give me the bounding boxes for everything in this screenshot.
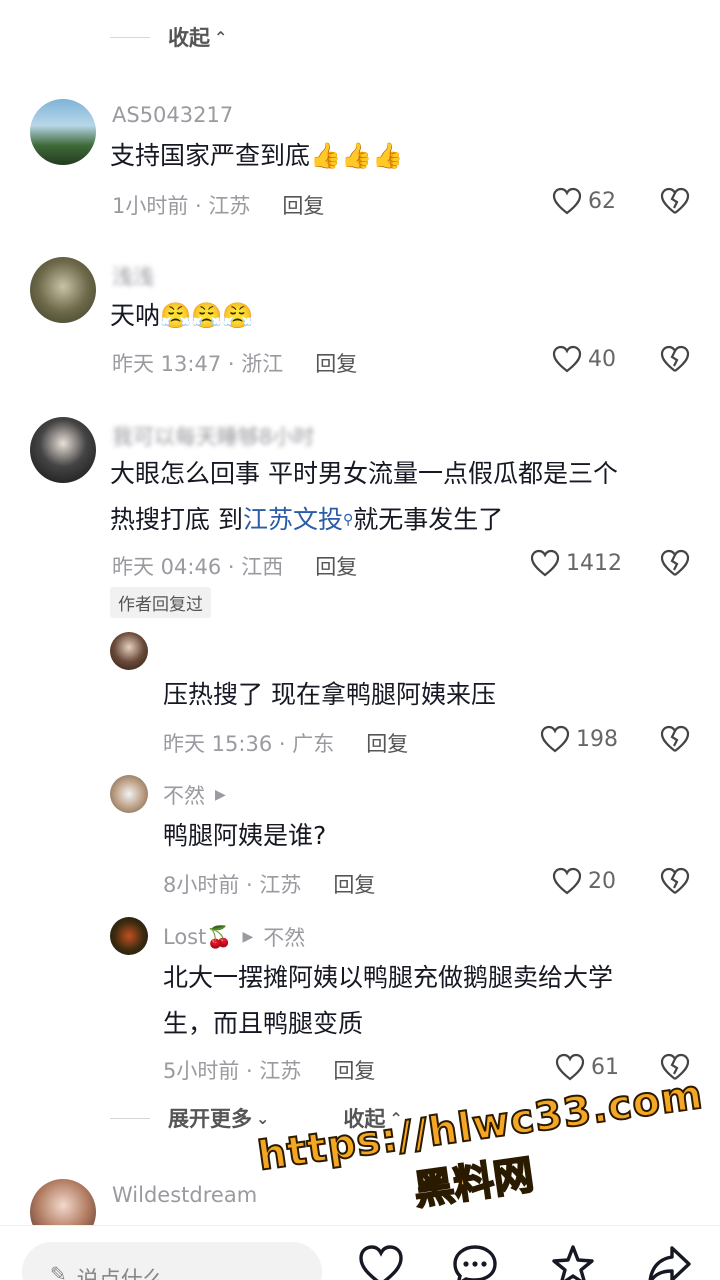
broken-heart-icon — [660, 345, 690, 372]
like-count: 20 — [588, 868, 616, 894]
expand-more-button[interactable]: 展开更多 ⌄ — [168, 1103, 269, 1133]
username[interactable]: Lost🍒 — [163, 925, 233, 950]
like-button[interactable]: 61 — [555, 1053, 619, 1081]
input-placeholder: 说点什么 — [77, 1262, 165, 1280]
reply-button[interactable]: 回复 — [315, 348, 357, 378]
time-location: 昨天 15:36 · 广东 — [163, 732, 335, 756]
avatar[interactable] — [30, 99, 96, 165]
comment-meta: 昨天 04:46 · 江西 回复 — [112, 551, 357, 581]
username-row: Lost🍒 ▶ 不然 — [163, 922, 305, 952]
comment-meta: 8小时前 · 江苏 回复 — [163, 869, 375, 899]
star-icon[interactable] — [550, 1244, 596, 1280]
comment-text: 北大一摆摊阿姨以鸭腿充做鹅腿卖给大学 生，而且鸭腿变质 — [163, 963, 614, 1038]
time-location: 5小时前 · 江苏 — [163, 1059, 302, 1083]
like-button[interactable]: 198 — [540, 725, 618, 753]
avatar[interactable] — [110, 775, 148, 813]
like-count: 61 — [591, 1054, 619, 1080]
divider — [110, 1117, 150, 1119]
avatar[interactable] — [30, 257, 96, 323]
username[interactable]: AS5043217 — [112, 103, 233, 127]
like-count: 40 — [588, 346, 616, 372]
dislike-button[interactable] — [660, 187, 690, 219]
chevron-down-icon: ⌄ — [256, 1108, 270, 1128]
collapse-replies-row[interactable]: 收起 ⌃ — [110, 22, 227, 52]
heart-icon — [552, 345, 582, 373]
comment-meta: 昨天 15:36 · 广东 回复 — [163, 728, 408, 758]
comment-meta: 1小时前 · 江苏 回复 — [112, 190, 324, 220]
avatar[interactable] — [110, 632, 148, 670]
heart-icon — [530, 549, 560, 577]
pencil-icon: ✎ — [50, 1262, 67, 1280]
like-button[interactable]: 1412 — [530, 549, 622, 577]
reply-button[interactable]: 回复 — [315, 551, 357, 581]
broken-heart-icon — [660, 725, 690, 752]
username[interactable]: 我可以每天睡够8小时 — [112, 421, 314, 451]
username[interactable]: 浅浅 — [112, 261, 154, 291]
heart-icon — [552, 187, 582, 215]
reply-button[interactable]: 回复 — [366, 728, 408, 758]
like-button[interactable]: 62 — [552, 187, 616, 215]
broken-heart-icon — [660, 867, 690, 894]
divider — [110, 36, 150, 38]
bottom-bar: ✎ 说点什么 — [0, 1225, 720, 1280]
time-location: 昨天 13:47 · 浙江 — [112, 352, 284, 376]
like-count: 198 — [576, 726, 618, 752]
share-icon[interactable] — [646, 1244, 692, 1280]
dislike-button[interactable] — [660, 345, 690, 377]
reply-button[interactable]: 回复 — [333, 1055, 375, 1085]
like-button[interactable]: 40 — [552, 345, 616, 373]
comment-meta: 昨天 13:47 · 浙江 回复 — [112, 348, 357, 378]
dislike-button[interactable] — [660, 725, 690, 757]
time-location: 昨天 04:46 · 江西 — [112, 555, 284, 579]
chevron-up-icon: ⌃ — [214, 27, 228, 47]
reply-button[interactable]: 回复 — [282, 190, 324, 220]
comment-icon[interactable] — [452, 1244, 498, 1280]
like-count: 1412 — [566, 550, 622, 576]
username[interactable]: Wildestdream — [112, 1183, 257, 1207]
avatar[interactable] — [110, 917, 148, 955]
play-triangle-icon: ▶ — [242, 929, 254, 945]
username[interactable]: 不然 — [163, 780, 205, 810]
like-button[interactable]: 20 — [552, 867, 616, 895]
time-location: 1小时前 · 江苏 — [112, 194, 251, 218]
comment-input[interactable]: ✎ 说点什么 — [22, 1242, 322, 1280]
comment-text: 天呐😤😤😤 — [110, 301, 254, 330]
comment-text: 支持国家严查到底👍👍👍 — [110, 141, 404, 170]
comment-text: 大眼怎么回事 平时男女流量一点假瓜都是三个 热搜打底 到江苏文投⚲就无事发生了 — [110, 459, 618, 534]
username-row: 不然 ▶ — [163, 780, 236, 810]
comment-meta: 5小时前 · 江苏 回复 — [163, 1055, 375, 1085]
reply-to-username[interactable]: 不然 — [263, 922, 305, 952]
avatar[interactable] — [30, 417, 96, 483]
heart-icon — [552, 867, 582, 895]
play-triangle-icon: ▶ — [215, 787, 226, 803]
like-count: 62 — [588, 188, 616, 214]
reply-button[interactable]: 回复 — [333, 869, 375, 899]
search-icon: ⚲ — [342, 512, 354, 528]
comment-text: 压热搜了 现在拿鸭腿阿姨来压 — [163, 680, 496, 709]
time-location: 8小时前 · 江苏 — [163, 873, 302, 897]
collapse-button[interactable]: 收起 ⌃ — [168, 22, 227, 52]
heart-icon — [555, 1053, 585, 1081]
broken-heart-icon — [660, 187, 690, 214]
broken-heart-icon — [660, 549, 690, 576]
search-link[interactable]: 江苏文投⚲ — [243, 505, 353, 534]
comment-text: 鸭腿阿姨是谁? — [163, 821, 327, 850]
dislike-button[interactable] — [660, 867, 690, 899]
heart-icon[interactable] — [358, 1244, 404, 1280]
author-replied-badge: 作者回复过 — [110, 587, 211, 618]
heart-icon — [540, 725, 570, 753]
dislike-button[interactable] — [660, 549, 690, 581]
